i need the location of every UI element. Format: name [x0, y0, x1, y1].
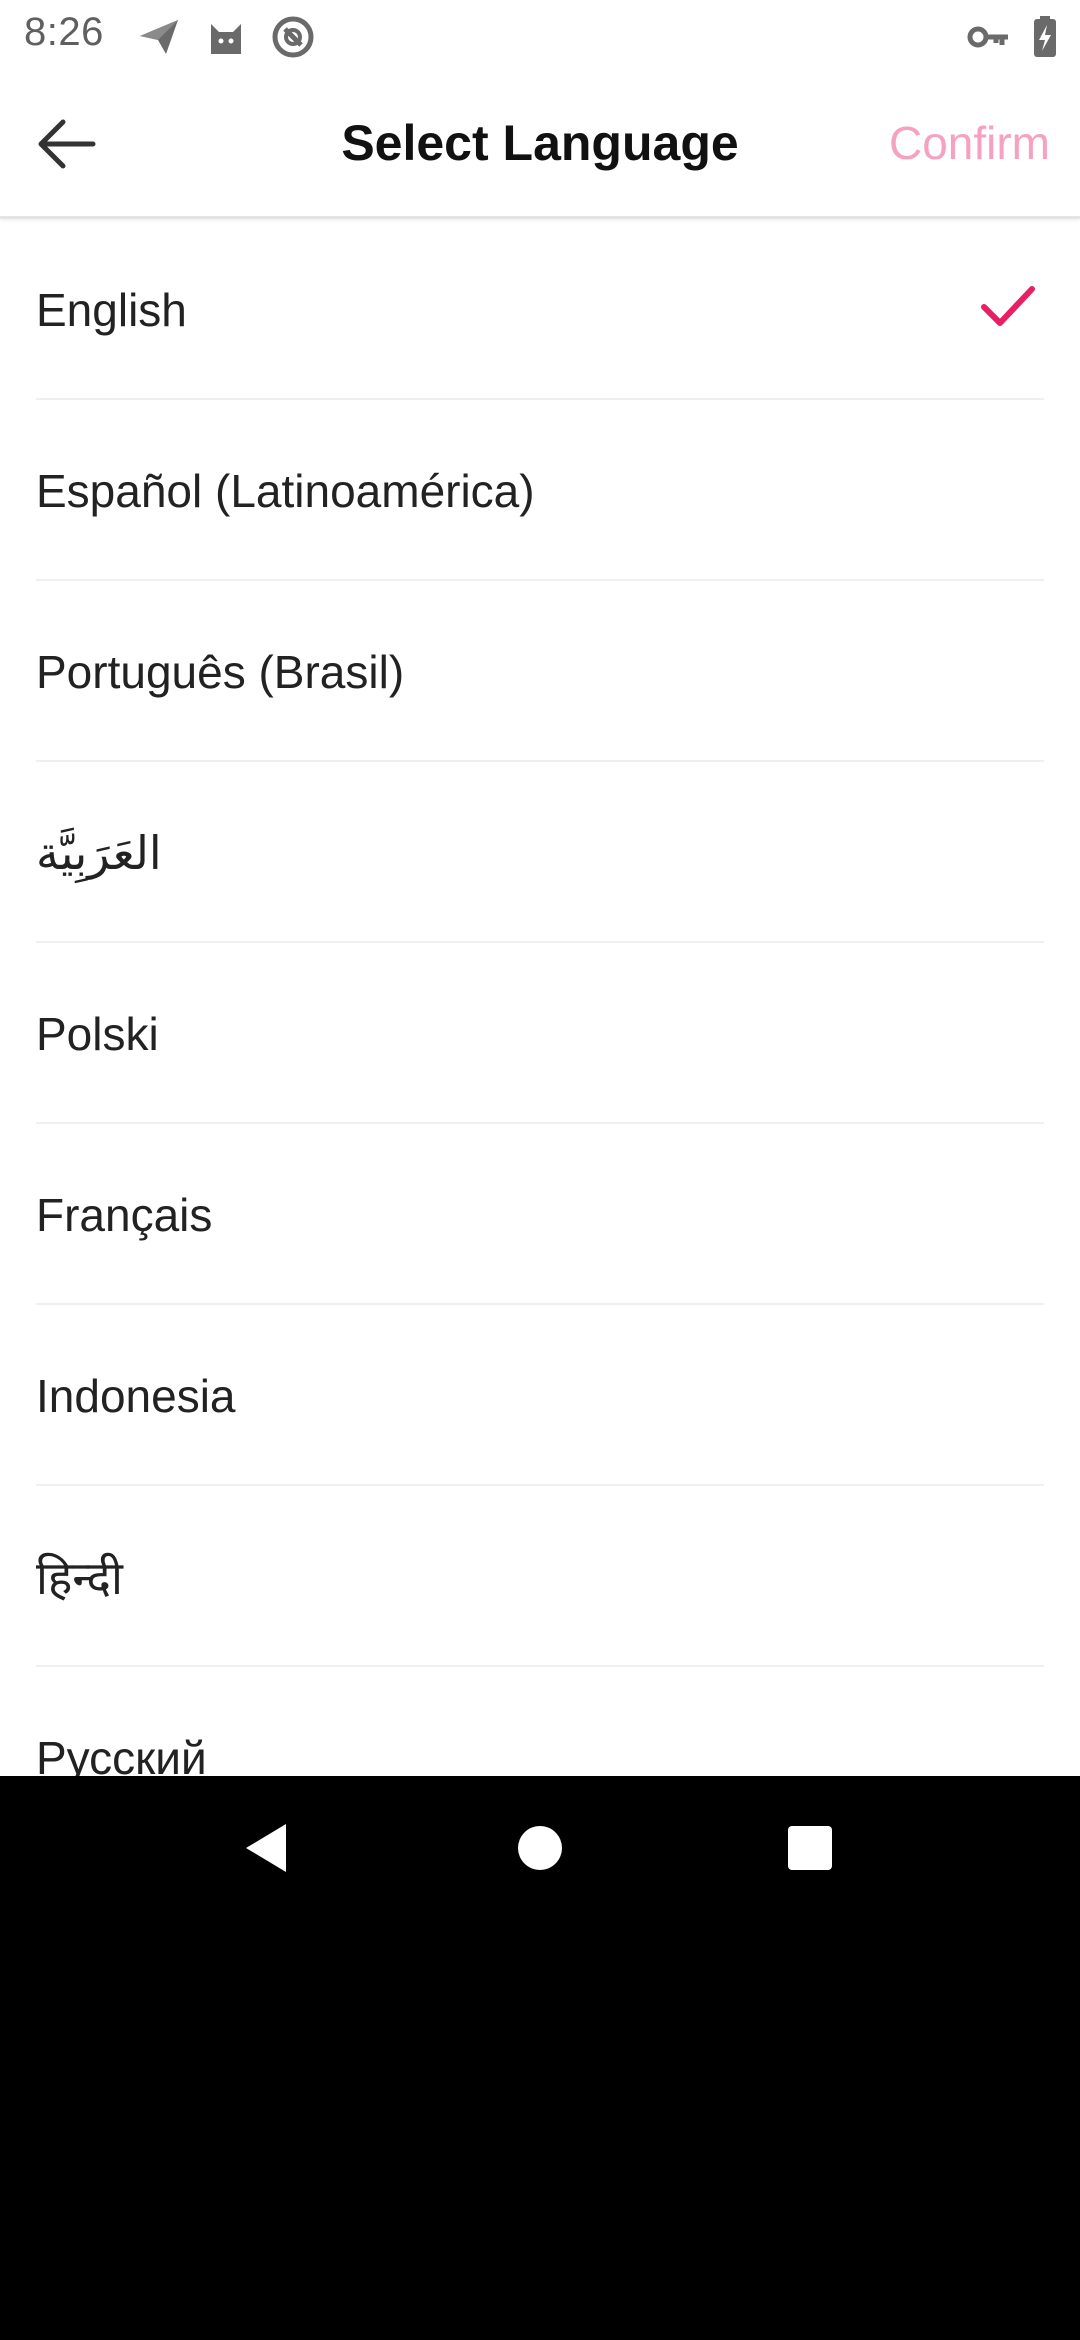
key-icon: [967, 26, 1008, 48]
nav-home-button[interactable]: [492, 1800, 588, 1896]
language-label: العَرَبِيَّة: [36, 826, 162, 879]
confirm-button[interactable]: Confirm: [889, 116, 1050, 170]
nav-recents-button[interactable]: [762, 1800, 858, 1896]
language-item-arabic[interactable]: العَرَبِيَّة: [36, 762, 1044, 943]
screen: 8:26 Select Language Confirm English Esp…: [0, 0, 1080, 1776]
app-bar: Select Language Confirm: [0, 72, 1080, 219]
back-triangle-icon: [246, 1824, 286, 1872]
nav-back-button[interactable]: [220, 1800, 316, 1896]
no-sync-icon: [272, 16, 314, 58]
language-label: Русский: [36, 1731, 207, 1777]
home-circle-icon: [518, 1826, 562, 1870]
language-label: Português (Brasil): [36, 645, 405, 698]
recents-square-icon: [788, 1826, 832, 1870]
language-item-indonesia[interactable]: Indonesia: [36, 1305, 1044, 1486]
language-item-polski[interactable]: Polski: [36, 943, 1044, 1124]
language-item-russian[interactable]: Русский: [36, 1667, 1044, 1777]
status-bar: 8:26: [0, 0, 1080, 72]
language-item-english[interactable]: English: [36, 219, 1044, 400]
language-item-hindi[interactable]: हिन्दी: [36, 1486, 1044, 1667]
language-label: Polski: [36, 1007, 159, 1060]
language-item-portugues[interactable]: Português (Brasil): [36, 581, 1044, 762]
language-label: Español (Latinoamérica): [36, 464, 535, 517]
checkmark-icon: [981, 286, 1035, 326]
send-icon: [140, 20, 178, 54]
language-item-francais[interactable]: Français: [36, 1124, 1044, 1305]
status-time: 8:26: [24, 10, 104, 54]
cat-icon: [211, 24, 241, 54]
language-label: हिन्दी: [36, 1551, 123, 1604]
language-item-espanol[interactable]: Español (Latinoamérica): [36, 400, 1044, 581]
language-label: English: [36, 283, 187, 336]
battery-charging-icon: [1034, 16, 1056, 57]
language-list: English Español (Latinoamérica) Portuguê…: [0, 219, 1080, 1776]
navigation-bar: [0, 1776, 1080, 1920]
language-label: Indonesia: [36, 1369, 236, 1422]
language-label: Français: [36, 1188, 213, 1241]
